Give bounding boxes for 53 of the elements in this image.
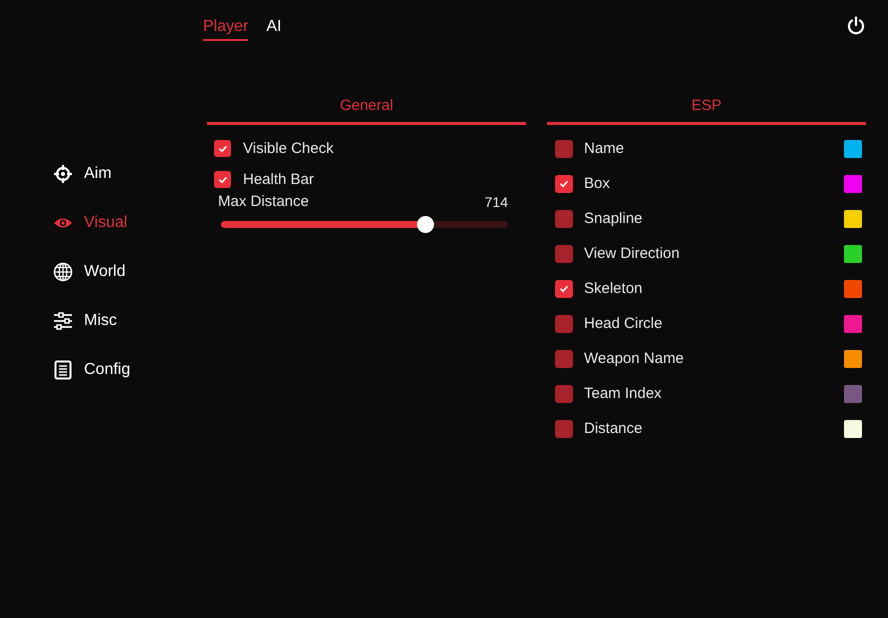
option-label: View Direction [584,245,681,262]
document-icon [53,360,73,380]
color-swatch[interactable] [844,384,862,402]
power-icon[interactable] [846,16,866,36]
checkmark-icon [559,284,569,294]
sidebar-item[interactable]: Config [53,358,203,382]
checkbox[interactable] [214,140,231,157]
sidebar-item[interactable]: Misc [53,309,203,333]
slider-value: 714 [484,194,508,210]
option-label: Team Index [584,385,663,402]
checkbox[interactable] [555,314,573,332]
color-swatch[interactable] [844,420,862,438]
checkbox[interactable] [555,384,573,402]
color-swatch[interactable] [844,244,862,262]
tab[interactable]: Player [203,14,248,41]
section-header: General [207,97,526,125]
color-swatch[interactable] [844,280,862,298]
crosshair-icon [53,164,73,184]
color-swatch[interactable] [844,314,862,332]
tab[interactable]: AI [266,14,282,41]
slider-thumb[interactable] [416,216,434,233]
sidebar-item[interactable]: World [53,260,203,284]
globe-icon [53,262,73,282]
option-label: Health Bar [243,171,314,188]
sidebar-item[interactable]: Visual [53,211,203,235]
color-swatch[interactable] [844,140,862,158]
checkbox[interactable] [555,280,573,298]
option-label: Weapon Name [584,350,685,367]
checkbox[interactable] [555,350,573,368]
checkmark-icon [218,174,228,184]
option-label: Visible Check [243,140,334,157]
option-label: Name [584,140,626,157]
checkmark-icon [559,178,569,188]
color-swatch[interactable] [844,210,862,228]
option-label: Snapline [584,210,644,227]
section-header: ESP [547,97,866,125]
sliders-icon [53,311,73,331]
checkmark-icon [218,144,228,154]
option-label: Distance [584,420,644,437]
checkbox[interactable] [555,210,573,228]
slider-label: Max Distance [218,193,309,210]
sidebar-item[interactable]: Aim [53,162,203,186]
slider[interactable] [221,216,508,233]
option-label: Skeleton [584,280,644,297]
checkbox[interactable] [214,171,231,188]
checkbox[interactable] [555,244,573,262]
option-label: Head Circle [584,315,664,332]
checkbox[interactable] [555,420,573,438]
option-label: Box [584,175,611,192]
color-swatch[interactable] [844,174,862,192]
color-swatch[interactable] [844,350,862,368]
checkbox[interactable] [555,140,573,158]
checkbox[interactable] [555,174,573,192]
